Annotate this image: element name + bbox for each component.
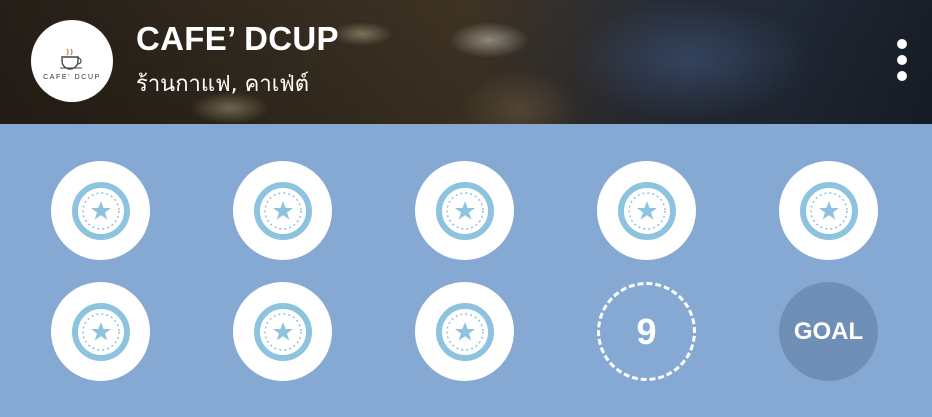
shop-name: CAFE’ DCUP <box>136 20 339 57</box>
stamp-8 <box>415 282 514 381</box>
coffee-cup-icon <box>60 48 82 70</box>
next-stamp-slot: 9 <box>597 282 696 381</box>
more-vertical-icon[interactable] <box>892 36 912 84</box>
star-stamp-icon <box>253 302 312 361</box>
stamp-5 <box>779 161 878 260</box>
star-stamp-icon <box>799 181 858 240</box>
star-stamp-icon <box>71 302 130 361</box>
star-stamp-icon <box>435 302 494 361</box>
stamp-4 <box>597 161 696 260</box>
stamp-7 <box>233 282 332 381</box>
goal-label: GOAL <box>793 317 864 345</box>
shop-logo[interactable]: CAFE' DCUP <box>31 20 113 102</box>
star-stamp-icon <box>71 181 130 240</box>
next-stamp-number: 9 <box>636 310 657 352</box>
shop-header: CAFE' DCUP CAFE’ DCUP ร้านกาแฟ, คาเฟ่ต์ <box>0 0 932 124</box>
stamp-3 <box>415 161 514 260</box>
goal-slot[interactable]: GOAL <box>779 282 878 381</box>
stamp-6 <box>51 282 150 381</box>
star-stamp-icon <box>617 181 676 240</box>
star-stamp-icon <box>253 181 312 240</box>
stamp-1 <box>51 161 150 260</box>
logo-text: CAFE' DCUP <box>43 73 101 81</box>
stamp-2 <box>233 161 332 260</box>
star-stamp-icon <box>435 181 494 240</box>
shop-category: ร้านกาแฟ, คาเฟ่ต์ <box>136 72 310 97</box>
